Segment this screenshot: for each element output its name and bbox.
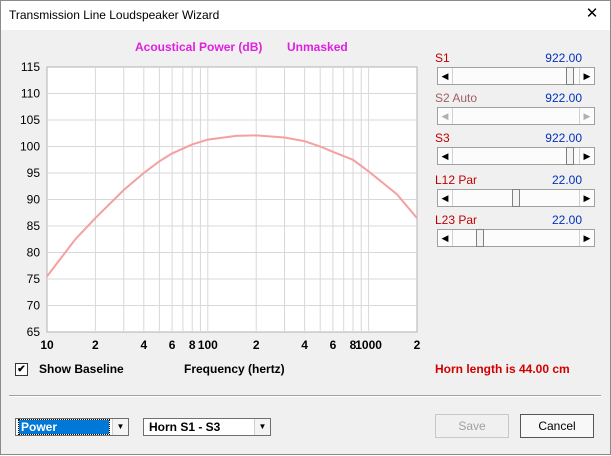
slider-scrollbar[interactable]: ◀ ▶ (437, 147, 595, 165)
slider-value: 22.00 (551, 213, 582, 227)
segment-select[interactable]: Horn S1 - S3 ▼ (143, 418, 271, 436)
y-tick-label: 90 (27, 193, 41, 207)
slider-thumb[interactable] (512, 189, 520, 207)
y-tick-label: 80 (27, 246, 41, 260)
arrow-left-icon[interactable]: ◀ (438, 68, 453, 84)
segment-value: Horn S1 - S3 (149, 420, 221, 434)
x-tick-label: 10 (40, 338, 54, 352)
y-tick-label: 110 (21, 87, 40, 101)
slider-value: 922.00 (545, 91, 582, 105)
slider-value: 22.00 (551, 173, 582, 187)
x-tick-label: 100 (198, 338, 218, 352)
x-tick-label: 6 (330, 338, 337, 352)
slider-value: 922.00 (545, 51, 582, 65)
wizard-window: Transmission Line Loudspeaker Wizard ✕ A… (0, 0, 611, 455)
slider-scrollbar[interactable]: ◀ ▶ (437, 189, 595, 207)
y-tick-label: 65 (27, 325, 41, 339)
arrow-right-icon[interactable]: ▶ (579, 68, 594, 84)
slider-label: S2 Auto (435, 91, 478, 105)
arrow-left-icon: ◀ (438, 108, 453, 124)
x-tick-label: 2 (414, 338, 421, 352)
slider-label: S3 (435, 131, 450, 145)
slider-scrollbar[interactable]: ◀ ▶ (437, 67, 595, 85)
x-tick-label: 8 (189, 338, 196, 352)
slider-label: L23 Par (435, 213, 478, 227)
arrow-right-icon[interactable]: ▶ (579, 230, 594, 246)
cancel-button[interactable]: Cancel (520, 414, 594, 438)
arrow-right-icon[interactable]: ▶ (579, 148, 594, 164)
slider-value: 922.00 (545, 131, 582, 145)
plot-type-select[interactable]: Power ▼ (15, 418, 129, 436)
horn-length-text: Horn length is 44.00 cm (435, 362, 570, 376)
x-tick-label: 4 (140, 338, 147, 352)
y-tick-label: 105 (20, 113, 40, 127)
slider-label: S1 (435, 51, 450, 65)
arrow-left-icon[interactable]: ◀ (438, 190, 453, 206)
slider-thumb[interactable] (566, 147, 574, 165)
y-tick-label: 70 (27, 299, 41, 313)
y-tick-label: 95 (27, 166, 41, 180)
slider-scrollbar: ◀ ▶ (437, 107, 595, 125)
x-tick-label: 2 (92, 338, 99, 352)
slider-thumb[interactable] (476, 229, 484, 247)
show-baseline-label[interactable]: Show Baseline (39, 362, 124, 376)
x-tick-label: 4 (301, 338, 308, 352)
arrow-right-icon[interactable]: ▶ (579, 190, 594, 206)
x-tick-label: 2 (253, 338, 260, 352)
chevron-down-icon[interactable]: ▼ (254, 419, 270, 435)
y-tick-label: 115 (21, 60, 40, 74)
arrow-right-icon: ▶ (579, 108, 594, 124)
x-axis-label: Frequency (hertz) (184, 362, 285, 376)
x-tick-label: 6 (169, 338, 176, 352)
plot-type-value: Power (18, 419, 110, 435)
slider-label: L12 Par (435, 173, 478, 187)
x-tick-label: 1000 (355, 338, 382, 352)
arrow-left-icon[interactable]: ◀ (438, 148, 453, 164)
show-baseline-checkbox[interactable]: ✔ (15, 363, 28, 376)
divider (9, 395, 601, 397)
arrow-left-icon[interactable]: ◀ (438, 230, 453, 246)
y-tick-label: 75 (27, 272, 41, 286)
slider-scrollbar[interactable]: ◀ ▶ (437, 229, 595, 247)
y-tick-label: 85 (27, 219, 41, 233)
save-button[interactable]: Save (435, 414, 509, 438)
y-tick-label: 100 (20, 140, 40, 154)
slider-thumb[interactable] (566, 67, 574, 85)
chevron-down-icon[interactable]: ▼ (112, 419, 128, 435)
